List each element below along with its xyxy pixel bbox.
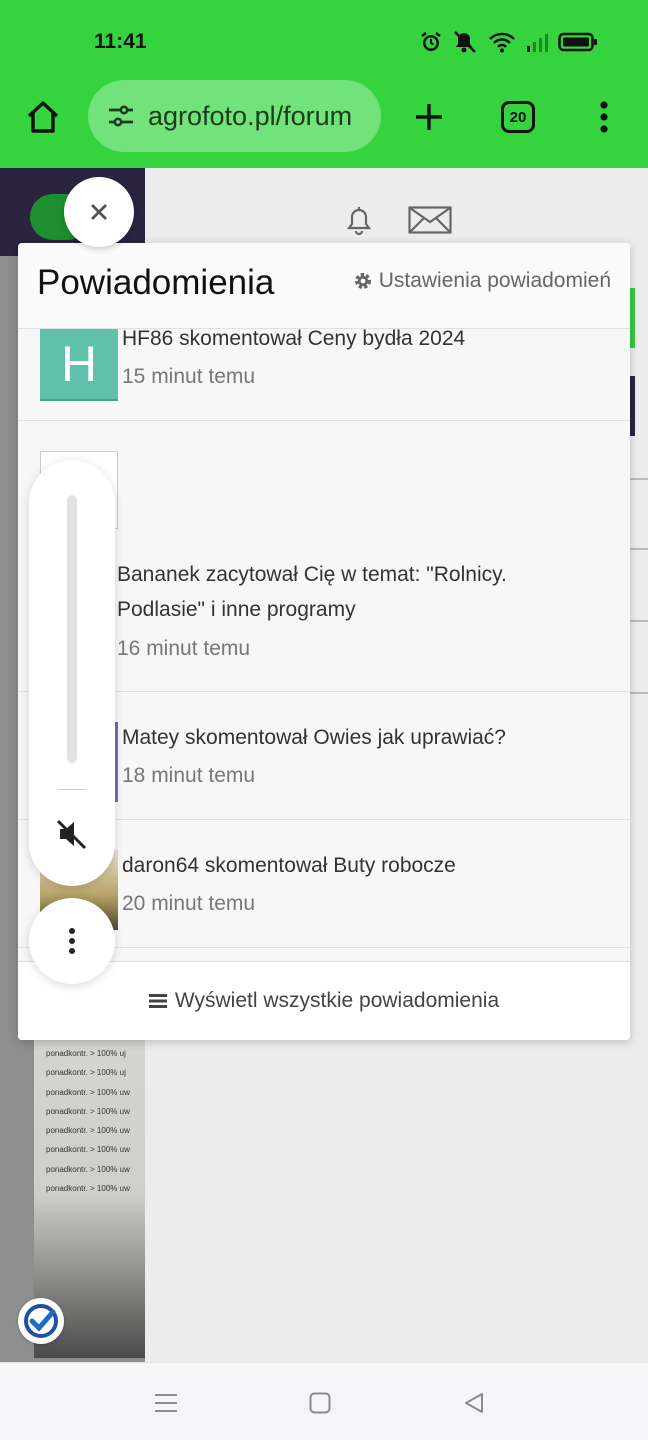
check-shield-icon xyxy=(24,1304,58,1338)
volume-divider xyxy=(58,789,86,790)
page-text-line: ponadkontr. > 100% uw xyxy=(46,1126,130,1136)
notification-time: 15 minut temu xyxy=(122,365,256,388)
square-icon xyxy=(309,1392,331,1414)
page-text-line: ponadkontr. > 100% uw xyxy=(46,1164,130,1174)
page-divider xyxy=(630,478,648,480)
page-accent-dark xyxy=(630,376,635,436)
list-icon xyxy=(148,994,167,1008)
page-divider xyxy=(630,620,648,622)
check-badge[interactable] xyxy=(18,1298,64,1344)
tabs-button[interactable]: 20 xyxy=(498,97,538,137)
new-tab-button[interactable] xyxy=(408,96,450,138)
page-text-line: ponadkontr. > 100% uw xyxy=(46,1184,130,1194)
page-bell-icon[interactable] xyxy=(345,204,373,241)
page-text-line: ponadkontr. > 100% uw xyxy=(46,1106,130,1116)
page-text-line: ponadkontr. > 100% uj xyxy=(46,1068,126,1078)
notification-text: daron64 skomentował Buty robocze xyxy=(122,854,456,877)
mute-icon xyxy=(454,31,476,53)
menu-icon xyxy=(155,1394,177,1412)
url-bar[interactable]: agrofoto.pl/forum xyxy=(88,80,381,152)
browser-toolbar: 11:41 agrofoto.pl/forum 20 xyxy=(0,0,648,168)
home-nav-button[interactable] xyxy=(302,1385,338,1421)
gear-icon xyxy=(354,273,371,289)
notification-text: HF86 skomentował Ceny bydła 2024 xyxy=(122,327,466,350)
page-text-line: ponadkontr. > 100% uw xyxy=(46,1087,130,1097)
volume-more-button[interactable] xyxy=(29,898,115,984)
page-mail-icon[interactable] xyxy=(408,206,452,239)
alarm-icon xyxy=(421,32,441,51)
battery-icon xyxy=(558,32,597,52)
status-time: 11:41 xyxy=(94,30,147,53)
home-button[interactable] xyxy=(20,96,66,138)
notification-settings-link[interactable]: Ustawienia powiadomień xyxy=(353,269,611,293)
volume-panel xyxy=(29,460,115,886)
volume-slider[interactable] xyxy=(67,495,77,763)
page-divider xyxy=(630,692,648,694)
notification-time: 16 minut temu xyxy=(117,637,251,660)
back-button[interactable] xyxy=(456,1385,492,1421)
panel-title: Powiadomienia xyxy=(37,263,275,302)
notification-text: Matey skomentował Owies jak uprawiać? xyxy=(122,726,506,749)
url-text[interactable]: agrofoto.pl/forum xyxy=(148,101,352,132)
page-divider xyxy=(630,548,648,550)
notification-time: 18 minut temu xyxy=(122,764,256,787)
page-text-line: ponadkontr. > 100% uw xyxy=(46,1145,130,1155)
notification-text: Bananek zacytował Cię w temat: "Rolnicy.… xyxy=(117,563,507,621)
browser-menu-button[interactable] xyxy=(588,96,620,138)
back-triangle-icon xyxy=(465,1393,483,1413)
volume-mute-button[interactable] xyxy=(54,816,90,852)
page-accent-green xyxy=(630,288,635,348)
notification-time: 20 minut temu xyxy=(122,892,256,915)
avatar xyxy=(115,722,118,802)
system-nav-bar xyxy=(0,1362,648,1440)
speaker-muted-icon xyxy=(56,819,87,850)
close-button[interactable] xyxy=(64,177,134,247)
tab-count: 20 xyxy=(501,101,535,133)
notification-item[interactable]: H HF86 skomentował Ceny bydła 2024 15 mi… xyxy=(18,327,630,421)
avatar: H xyxy=(40,329,118,401)
plus-icon xyxy=(416,104,442,130)
panel-header: Powiadomienia Ustawienia powiadomień xyxy=(18,243,630,329)
home-icon xyxy=(27,101,59,133)
page-text-line: ponadkontr. > 100% uj xyxy=(46,1049,126,1058)
site-settings-icon[interactable] xyxy=(106,101,136,131)
view-all-notifications-link[interactable]: Wyświetl wszystkie powiadomienia xyxy=(18,961,630,1040)
signal-icon xyxy=(527,34,548,52)
recents-button[interactable] xyxy=(148,1385,184,1421)
more-vert-icon xyxy=(69,928,75,954)
wifi-icon xyxy=(489,32,515,53)
notification-settings-label: Ustawienia powiadomień xyxy=(378,269,611,292)
close-icon xyxy=(91,204,107,220)
more-vert-icon xyxy=(600,101,608,133)
view-all-label: Wyświetl wszystkie powiadomienia xyxy=(174,989,500,1012)
status-icons xyxy=(420,30,598,54)
